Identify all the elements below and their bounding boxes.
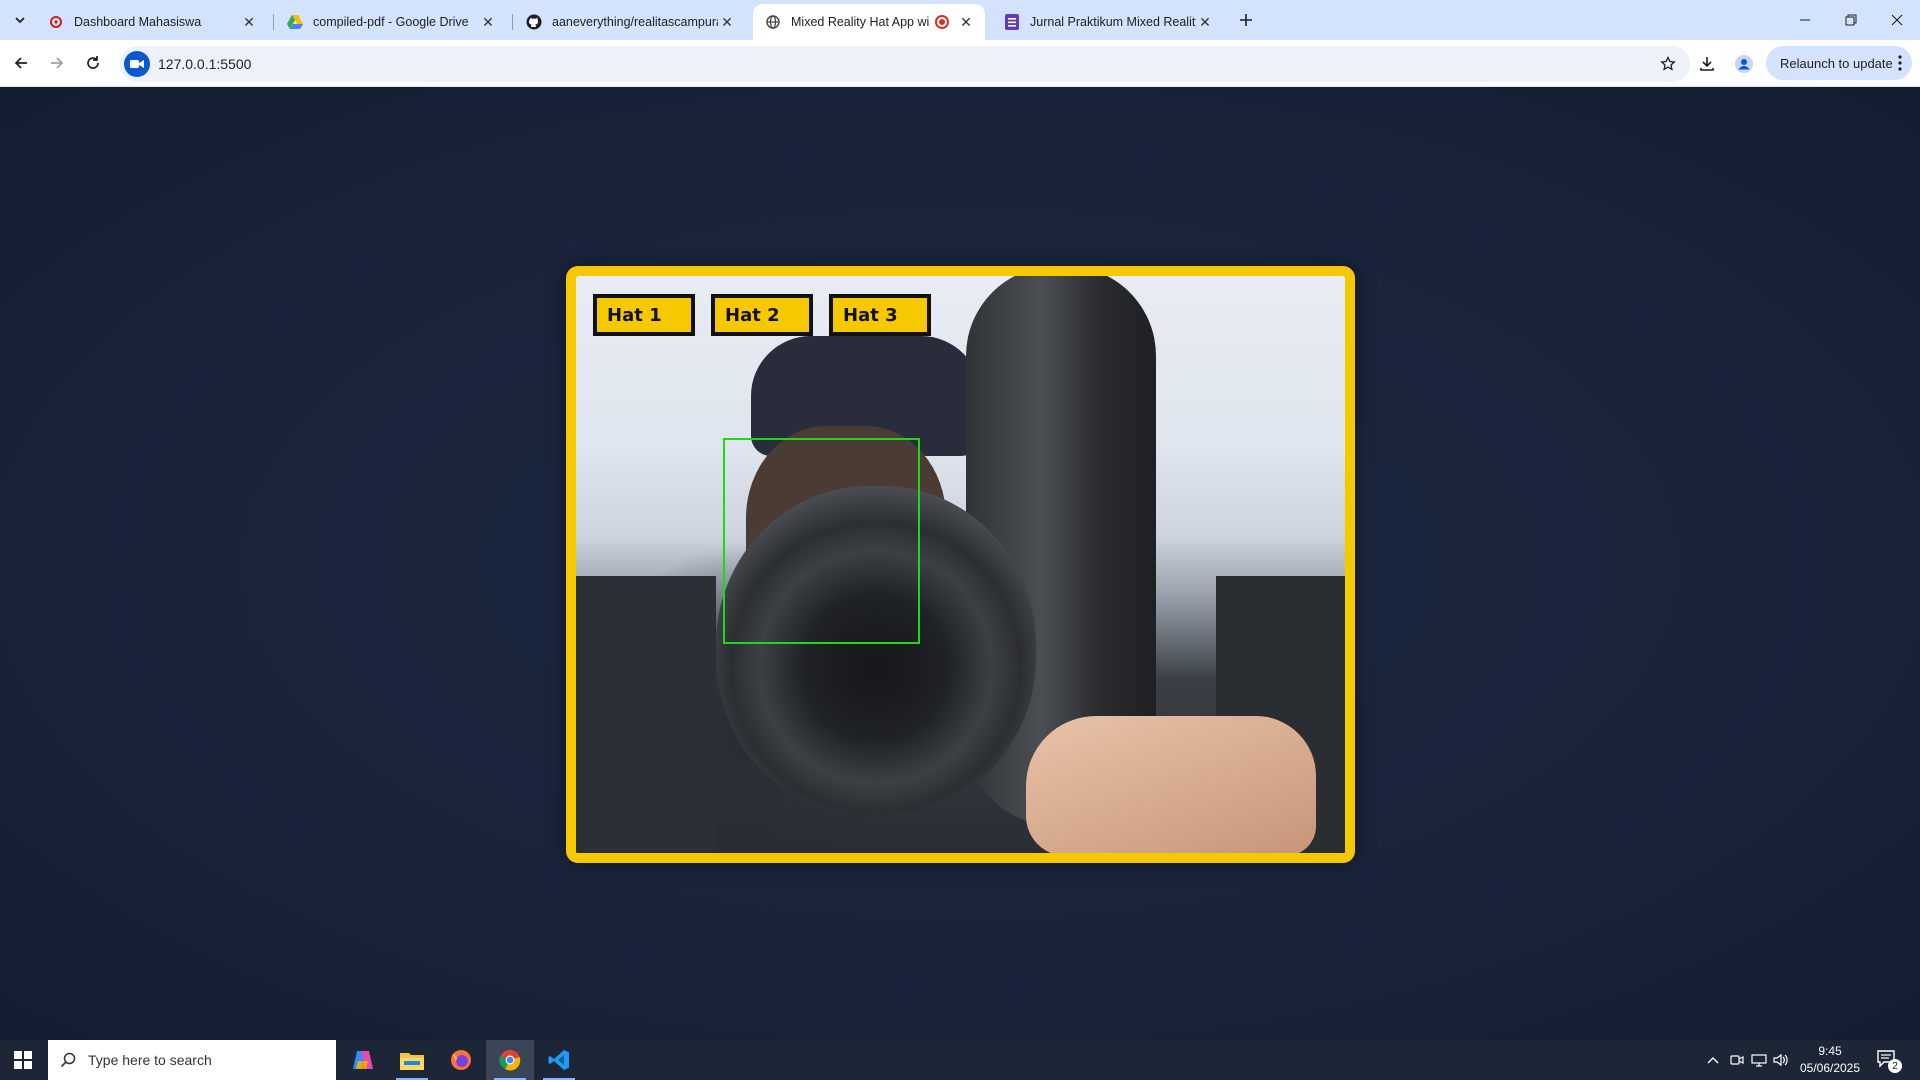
address-bar[interactable]: 127.0.0.1:5500: [120, 46, 1690, 82]
camera-tray-icon: [1730, 1055, 1744, 1065]
restore-icon: [1845, 14, 1857, 26]
tab-title: Mixed Reality Hat App with: [791, 15, 929, 29]
forward-button[interactable]: [44, 50, 70, 76]
downloads-button[interactable]: [1695, 52, 1719, 76]
ar-camera-frame: Hat 1 Hat 2 Hat 3: [566, 266, 1355, 863]
tab-separator: [512, 14, 513, 30]
relaunch-label: Relaunch to update: [1780, 55, 1893, 71]
profile-avatar-icon: [1735, 55, 1753, 73]
tab-jurnal-praktikum[interactable]: Jurnal Praktikum Mixed Reality ✕: [992, 4, 1224, 40]
tab-dashboard-mahasiswa[interactable]: Dashboard Mahasiswa ✕: [36, 4, 268, 40]
copilot-icon: [353, 1051, 373, 1069]
minimize-button[interactable]: [1782, 0, 1828, 40]
clock-time: 9:45: [1818, 1044, 1842, 1058]
tab-title: Dashboard Mahasiswa: [74, 15, 202, 29]
profile-button[interactable]: [1732, 52, 1756, 76]
meet-now-tray-button[interactable]: [1726, 1040, 1748, 1080]
download-icon: [1700, 57, 1714, 71]
back-button[interactable]: [8, 50, 34, 76]
notification-count-badge: 2: [1888, 1059, 1902, 1073]
search-icon: [60, 1052, 76, 1068]
taskbar-app-vscode[interactable]: [535, 1040, 583, 1080]
camera-in-use-icon[interactable]: [124, 51, 150, 77]
browser-toolbar: 127.0.0.1:5500 Relaunch to update: [0, 40, 1920, 87]
new-tab-button[interactable]: [1234, 8, 1258, 32]
tab-strip: Dashboard Mahasiswa ✕ compiled-pdf - Goo…: [0, 0, 1920, 40]
firefox-icon: [451, 1050, 471, 1070]
chrome-icon: [499, 1050, 521, 1071]
taskbar-app-file-explorer[interactable]: [388, 1040, 436, 1080]
notification-center-button[interactable]: 2: [1876, 1048, 1902, 1073]
close-tab-icon[interactable]: ✕: [1196, 13, 1214, 31]
minimize-icon: [1800, 19, 1810, 21]
globe-icon: [765, 14, 781, 30]
clock-date: 05/06/2025: [1799, 1061, 1861, 1075]
taskbar-app-chrome[interactable]: [486, 1040, 534, 1080]
tab-google-drive[interactable]: compiled-pdf - Google Drive ✕: [275, 4, 507, 40]
recording-indicator-icon: [935, 15, 949, 29]
tab-mixed-reality-hat-app[interactable]: Mixed Reality Hat App with ✕: [753, 4, 985, 40]
face-detection-box: [723, 438, 920, 644]
close-tab-icon[interactable]: ✕: [957, 13, 975, 31]
vscode-icon: [548, 1050, 569, 1070]
hat-3-button[interactable]: Hat 3: [829, 294, 931, 336]
chevron-down-icon: [15, 17, 25, 24]
restore-button[interactable]: [1828, 0, 1874, 40]
close-tab-icon[interactable]: ✕: [479, 13, 497, 31]
tab-title: aaneverything/realitascampuran: [552, 15, 718, 29]
hat-1-button[interactable]: Hat 1: [593, 294, 695, 336]
gear-favicon-icon: [48, 14, 64, 30]
person-hand: [1026, 716, 1316, 853]
close-tab-icon[interactable]: ✕: [718, 13, 736, 31]
page-background: Hat 1 Hat 2 Hat 3: [0, 87, 1920, 1040]
reload-icon: [87, 56, 99, 69]
github-icon: [526, 14, 542, 30]
volume-icon: [1773, 1053, 1788, 1067]
taskbar-search-box[interactable]: Type here to search: [48, 1040, 336, 1080]
hat-2-button[interactable]: Hat 2: [711, 294, 813, 336]
tab-github[interactable]: aaneverything/realitascampuran ✕: [514, 4, 746, 40]
search-placeholder: Type here to search: [88, 1052, 212, 1068]
webcam-feed: Hat 1 Hat 2 Hat 3: [576, 276, 1345, 853]
forms-icon: [1004, 14, 1020, 30]
show-hidden-icons-button[interactable]: [1700, 1040, 1726, 1080]
background-monitor: [576, 576, 716, 853]
more-vertical-icon: [1898, 55, 1902, 71]
relaunch-to-update-button[interactable]: Relaunch to update: [1766, 46, 1912, 80]
close-tab-icon[interactable]: ✕: [240, 13, 258, 31]
reload-button[interactable]: [80, 50, 106, 76]
taskbar-clock[interactable]: 9:45 05/06/2025: [1790, 1043, 1870, 1077]
taskbar-app-firefox[interactable]: [437, 1040, 485, 1080]
forward-arrow-icon: [51, 57, 64, 69]
bookmark-star-icon[interactable]: [1658, 54, 1678, 74]
volume-tray-button[interactable]: [1770, 1040, 1792, 1080]
start-button[interactable]: [0, 1040, 46, 1080]
windows-taskbar: Type here to search 9:45 05/06/2025 2: [0, 1040, 1920, 1080]
chevron-up-icon: [1707, 1057, 1719, 1064]
network-icon: [1751, 1054, 1767, 1067]
tab-search-button[interactable]: [8, 8, 32, 32]
close-window-button[interactable]: [1874, 0, 1920, 40]
google-drive-icon: [287, 14, 303, 30]
windows-logo-icon: [14, 1051, 32, 1069]
plus-icon: [1240, 14, 1252, 26]
taskbar-app-copilot[interactable]: [339, 1040, 387, 1080]
tab-title: Jurnal Praktikum Mixed Reality: [1030, 15, 1196, 29]
network-tray-button[interactable]: [1748, 1040, 1770, 1080]
url-text: 127.0.0.1:5500: [158, 56, 252, 72]
file-explorer-icon: [400, 1053, 424, 1070]
back-arrow-icon: [14, 57, 27, 69]
tab-separator: [273, 14, 274, 30]
close-icon: [1891, 14, 1903, 26]
tab-title: compiled-pdf - Google Drive: [313, 15, 469, 29]
